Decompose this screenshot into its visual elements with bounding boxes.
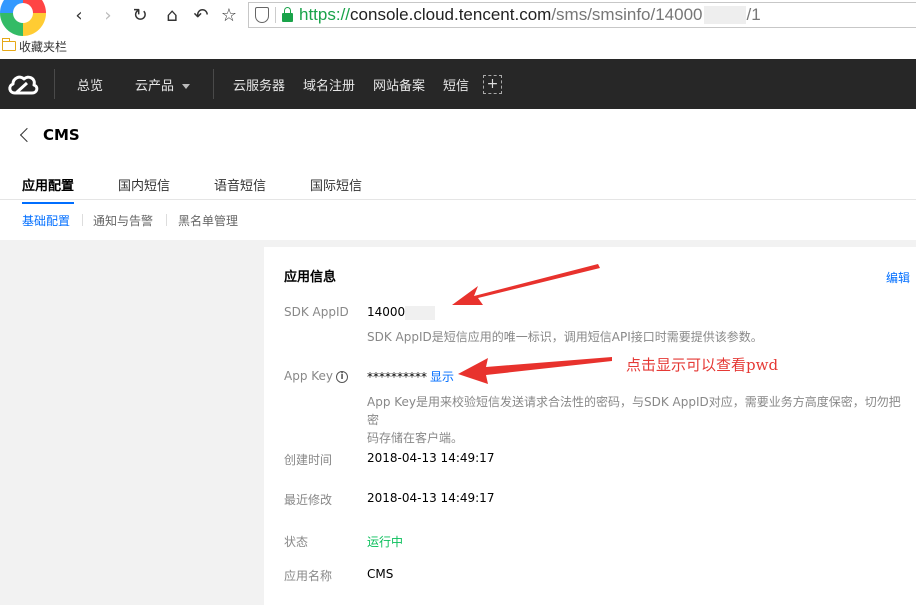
modified-label: 最近修改 [284,493,333,507]
app-info-card: 应用信息 编辑 SDK AppID 14000 SDK AppID是短信应用的唯… [264,247,916,605]
nav-cvm[interactable]: 云服务器 [233,75,285,94]
app-key-desc-line2: 码存储在客户端。 [367,431,464,445]
status-label: 状态 [284,535,309,549]
bookmarks-bar: 收藏夹栏 [0,33,916,59]
bookmarks-folder-label[interactable]: 收藏夹栏 [19,38,67,55]
browser-toolbar: ‹ › ↻ ⌂ ↶ ☆ https://console.cloud.tencen… [0,0,916,36]
url-scheme: https:// [299,5,351,24]
tab-domestic-sms[interactable]: 国内短信 [118,175,170,194]
subtab-notify-alert[interactable]: 通知与告警 [93,212,153,229]
modified-value: 2018-04-13 14:49:17 [367,491,495,505]
nav-products-label: 云产品 [135,79,175,94]
app-name-value: CMS [367,567,394,581]
address-divider [275,7,276,23]
app-key-value: ********** 显示 [367,368,454,385]
app-key-label: App Key i [284,369,349,383]
subtab-blacklist[interactable]: 黑名单管理 [178,212,238,229]
app-key-description: App Key是用来校验短信发送请求合法性的密码，与SDK AppID对应，需要… [367,393,912,447]
add-shortcut-icon[interactable]: + [483,75,502,94]
tab-international-sms[interactable]: 国际短信 [310,175,362,194]
undo-icon[interactable]: ↶ [190,4,212,26]
forward-arrow-icon[interactable]: › [97,4,119,26]
show-key-link[interactable]: 显示 [430,370,454,384]
main-tabs: 应用配置 国内短信 语音短信 国际短信 [0,170,916,204]
tab-app-config[interactable]: 应用配置 [22,175,75,204]
page-title: CMS [43,126,80,144]
home-icon[interactable]: ⌂ [161,4,183,26]
address-bar[interactable]: https://console.cloud.tencent.com/sms/sm… [248,2,916,28]
url-host: console.cloud.tencent.com [350,5,552,24]
star-icon[interactable]: ☆ [218,4,240,26]
tencent-cloud-logo-icon[interactable] [6,71,40,97]
nav-sms[interactable]: 短信 [443,75,469,94]
subtab-divider [82,214,83,226]
edit-link[interactable]: 编辑 [886,269,910,286]
sdk-appid-text: 14000 [367,305,406,319]
subtab-basic-config[interactable]: 基础配置 [22,212,70,229]
info-icon[interactable]: i [336,370,349,383]
sdk-appid-value: 14000 [367,305,436,320]
nav-overview[interactable]: 总览 [77,75,103,94]
url-redacted [703,6,746,24]
chevron-left-icon[interactable] [19,127,35,143]
tab-voice-sms[interactable]: 语音短信 [214,175,266,194]
card-title: 应用信息 [284,270,337,285]
app-key-masked: ********** [367,370,427,384]
app-key-desc-line1: App Key是用来校验短信发送请求合法性的密码，与SDK AppID对应，需要… [367,395,901,427]
nav-products[interactable]: 云产品 [135,75,191,94]
created-label: 创建时间 [284,453,333,467]
console-top-nav: 总览 云产品 云服务器 域名注册 网站备案 短信 + [0,59,916,109]
chevron-down-icon [182,84,191,89]
sub-tabs: 基础配置 通知与告警 黑名单管理 [0,210,916,232]
back-arrow-icon[interactable]: ‹ [68,4,90,26]
page-header: CMS [0,109,916,167]
reload-icon[interactable]: ↻ [129,4,151,26]
lock-icon [282,7,293,22]
sdk-appid-description: SDK AppID是短信应用的唯一标识，调用短信API接口时需要提供该参数。 [367,330,763,344]
appid-redacted [405,305,436,320]
created-value: 2018-04-13 14:49:17 [367,451,495,465]
nav-icp[interactable]: 网站备案 [373,75,425,94]
folder-icon [2,38,16,51]
app-key-label-text: App Key [284,369,334,383]
annotation-text: 点击显示可以查看pwd [626,356,779,374]
url-path-start: /sms/smsinfo/14000 [551,5,703,24]
app-name-label: 应用名称 [284,569,333,583]
status-badge: 运行中 [367,535,404,549]
nav-divider [54,69,55,99]
url-path-end: /1 [746,5,761,24]
shield-icon [255,7,269,23]
browser-logo-icon [0,0,46,36]
nav-domain[interactable]: 域名注册 [303,75,355,94]
sdk-appid-label: SDK AppID [284,305,349,319]
nav-divider [213,69,214,99]
subtab-divider [166,214,167,226]
